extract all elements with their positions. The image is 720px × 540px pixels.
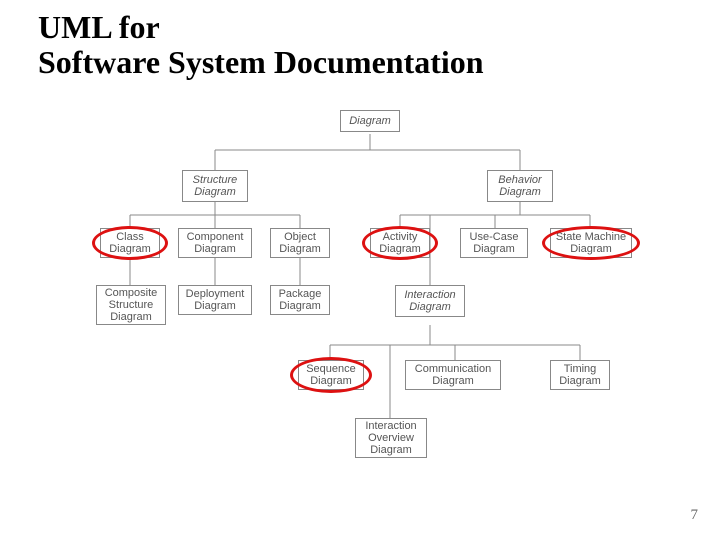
node-deployment-diagram: DeploymentDiagram <box>178 285 252 315</box>
node-behavior-diagram: BehaviorDiagram <box>487 170 553 202</box>
node-structure-diagram: StructureDiagram <box>182 170 248 202</box>
node-package-diagram: PackageDiagram <box>270 285 330 315</box>
uml-diagram-hierarchy: Diagram StructureDiagram BehaviorDiagram… <box>100 110 640 510</box>
node-interaction-diagram: InteractionDiagram <box>395 285 465 317</box>
title-line-2: Software System Documentation <box>38 44 484 80</box>
page-number: 7 <box>691 507 699 524</box>
node-class-diagram: ClassDiagram <box>100 228 160 258</box>
node-communication-diagram: CommunicationDiagram <box>405 360 501 390</box>
node-component-diagram: ComponentDiagram <box>178 228 252 258</box>
node-object-diagram: ObjectDiagram <box>270 228 330 258</box>
node-usecase-diagram: Use-CaseDiagram <box>460 228 528 258</box>
node-timing-diagram: TimingDiagram <box>550 360 610 390</box>
node-composite-structure-diagram: CompositeStructureDiagram <box>96 285 166 325</box>
title-line-1: UML for <box>38 9 160 45</box>
node-activity-diagram: ActivityDiagram <box>370 228 430 258</box>
node-state-machine-diagram: State MachineDiagram <box>550 228 632 258</box>
slide-title: UML for Software System Documentation <box>38 10 484 79</box>
node-sequence-diagram: SequenceDiagram <box>298 360 364 390</box>
node-diagram: Diagram <box>340 110 400 132</box>
node-interaction-overview-diagram: InteractionOverviewDiagram <box>355 418 427 458</box>
